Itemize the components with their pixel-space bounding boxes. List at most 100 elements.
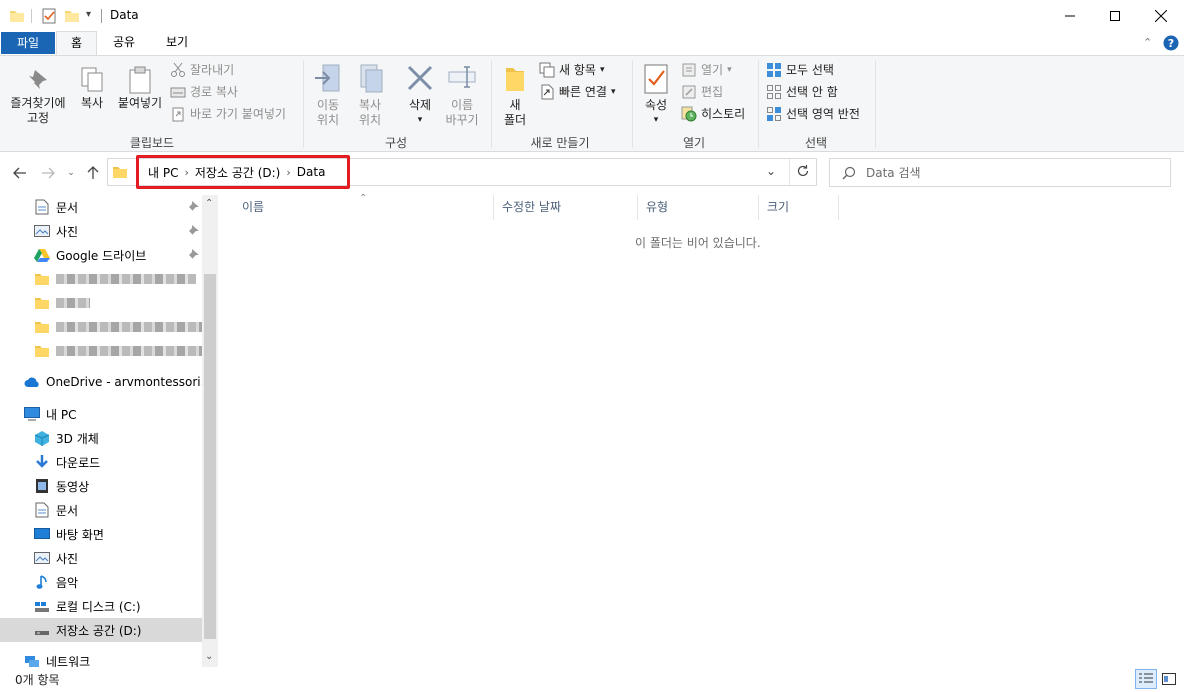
nav-item-local-disk-c[interactable]: 로컬 디스크 (C:) [0,594,203,618]
scissors-icon [171,62,185,77]
select-none-button[interactable]: 선택 안 함 [766,82,838,102]
select-group-label: 선택 [804,136,828,150]
breadcrumb-this-pc[interactable]: 내 PC [148,164,178,181]
minimize-button[interactable] [1047,0,1093,32]
quick-access-toolbar-dropdown-icon[interactable]: ▾ [86,9,91,20]
rename-button[interactable]: 이름 바꾸기 [442,62,482,128]
details-view-button[interactable] [1135,669,1157,689]
pin-icon [6,68,70,96]
nav-item-blurred-folder[interactable] [0,291,203,315]
copy-path-button[interactable]: 경로 복사 [170,82,238,102]
nav-item-storage-d[interactable]: 저장소 공간 (D:) [0,618,203,642]
collapse-ribbon-icon[interactable]: ⌃ [1143,36,1152,49]
scroll-up-icon[interactable]: ⌃ [205,198,213,209]
open-button[interactable]: 열기 ▾ [681,60,732,80]
tab-home[interactable]: 홈 [56,31,97,56]
paste-button[interactable]: 붙여넣기 [114,66,166,111]
copyto-label-line2: 위치 [358,113,382,127]
search-box[interactable]: Data 검색 [829,158,1171,187]
new-item-icon [539,62,555,78]
nav-item-this-pc[interactable]: 내 PC [0,402,203,426]
close-button[interactable] [1138,0,1184,32]
properties-button[interactable]: 속성 ▾ [638,64,674,128]
easy-access-button[interactable]: 빠른 연결 ▾ [539,82,616,102]
local-disk-icon [34,598,50,614]
pin-label-line2: 고정 [26,111,50,125]
nav-item-google-drive[interactable]: Google 드라이브 [0,243,203,267]
nav-item-documents-pinned[interactable]: 문서 [0,195,203,219]
breadcrumb-data[interactable]: Data [297,165,326,179]
nav-item-blurred-folder[interactable] [0,267,203,291]
copy-to-button[interactable]: 복사 위치 [350,62,390,128]
nav-pane-scrollbar[interactable]: ⌃ ⌄ [202,195,218,667]
forward-button[interactable] [39,164,57,182]
nav-item-videos[interactable]: 동영상 [0,474,203,498]
rename-icon [442,62,482,98]
column-header-type[interactable]: 유형 [638,195,759,220]
properties-icon[interactable] [41,8,57,24]
column-header-name[interactable]: 이름 [234,195,494,220]
edit-button[interactable]: 편집 [681,82,723,102]
pin-to-quick-access-button[interactable]: 즐겨찾기에 고정 [6,68,70,126]
new-folder-button[interactable]: 새 폴더 [497,64,533,128]
up-button[interactable] [84,164,102,182]
nav-item-3d-objects[interactable]: 3D 개체 [0,426,203,450]
pin-icon[interactable] [189,201,199,211]
network-icon [24,653,40,667]
cut-label: 잘라내기 [190,63,235,77]
column-header-date-modified[interactable]: 수정한 날짜 [494,195,638,220]
help-icon[interactable]: ? [1163,35,1179,51]
nav-item-music[interactable]: 음악 [0,570,203,594]
history-button[interactable]: 히스토리 [681,104,745,124]
file-list[interactable]: ⌃ 이름 수정한 날짜 유형 크기 이 폴더는 비어 있습니다. [219,193,1184,667]
tab-view[interactable]: 보기 [155,31,199,56]
nav-item-blurred-folder[interactable] [0,315,203,339]
nav-item-pictures[interactable]: 사진 [0,546,203,570]
large-icons-view-button[interactable] [1160,670,1178,688]
nav-item-desktop[interactable]: 바탕 화면 [0,522,203,546]
nav-item-pictures-pinned[interactable]: 사진 [0,219,203,243]
refresh-icon[interactable] [796,164,810,178]
svg-text:?: ? [1168,37,1174,50]
pin-icon[interactable] [189,225,199,235]
breadcrumb-drive-d[interactable]: 저장소 공간 (D:) [195,164,280,181]
copy-button[interactable]: 복사 [74,66,110,111]
tab-file[interactable]: 파일 [1,32,55,54]
redacted-text [56,346,203,356]
copy-label: 복사 [80,96,104,110]
nav-item-label: 문서 [56,200,79,215]
music-icon [34,574,50,590]
delete-dropdown-icon[interactable]: ▾ [401,113,439,128]
nav-item-onedrive[interactable]: OneDrive - arvmontessori.org [0,370,203,394]
nav-item-label: 저장소 공간 (D:) [56,623,142,638]
recent-locations-button[interactable]: ⌄ [62,164,80,182]
pin-icon[interactable] [189,249,199,259]
redacted-text [56,274,196,284]
new-folder-icon[interactable] [64,8,80,24]
nav-item-blurred-folder[interactable] [0,339,203,363]
pictures-icon [34,550,50,566]
column-header-size[interactable]: 크기 [759,195,839,220]
new-item-button[interactable]: 새 항목 ▾ [539,60,604,80]
nav-item-label: 3D 개체 [56,431,99,446]
paste-shortcut-button[interactable]: 바로 가기 붙여넣기 [170,104,286,124]
tab-share[interactable]: 공유 [103,31,145,56]
move-to-button[interactable]: 이동 위치 [308,62,348,128]
paste-shortcut-label: 바로 가기 붙여넣기 [190,107,286,121]
address-history-dropdown-icon[interactable]: ⌄ [766,164,776,178]
delete-button[interactable]: 삭제 ▾ [401,64,439,128]
nav-item-documents[interactable]: 문서 [0,498,203,522]
cut-button[interactable]: 잘라내기 [170,60,234,80]
scrollbar-thumb[interactable] [204,274,216,639]
properties-dropdown-icon[interactable]: ▾ [638,113,674,128]
chevron-right-icon[interactable]: › [286,166,290,179]
chevron-right-icon[interactable]: › [184,166,188,179]
back-button[interactable] [11,164,29,182]
invert-selection-button[interactable]: 선택 영역 반전 [766,104,860,124]
maximize-button[interactable] [1092,0,1138,32]
scroll-down-icon[interactable]: ⌄ [205,651,213,662]
redacted-text [56,298,90,308]
select-all-button[interactable]: 모두 선택 [766,60,834,80]
nav-item-network[interactable]: 네트워크 [0,649,203,667]
nav-item-downloads[interactable]: 다운로드 [0,450,203,474]
